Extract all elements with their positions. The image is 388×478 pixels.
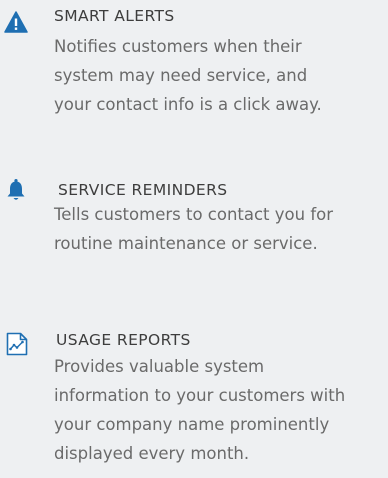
description-line: system may need service, and — [54, 66, 308, 85]
description-line: routine maintenance or service. — [54, 234, 318, 253]
description-line: your contact info is a click away. — [54, 95, 322, 114]
description-line: information to your customers with — [54, 386, 346, 405]
bell-icon — [7, 179, 25, 200]
description-line: your company name prominently — [54, 415, 330, 434]
description-line: Notifies customers when their — [54, 37, 302, 56]
feature-title: SERVICE REMINDERS — [58, 181, 228, 199]
report-chart-icon — [6, 332, 28, 356]
description-line: displayed every month. — [54, 444, 250, 463]
feature-title: SMART ALERTS — [54, 7, 175, 25]
feature-title: USAGE REPORTS — [56, 331, 191, 349]
feature-description: Tells customers to contact you for routi… — [54, 200, 333, 258]
description-line: Provides valuable system — [54, 357, 265, 376]
feature-description: Provides valuable system information to … — [54, 352, 345, 468]
warning-triangle-icon — [4, 11, 28, 33]
description-line: Tells customers to contact you for — [54, 205, 334, 224]
feature-description: Notifies customers when their system may… — [54, 32, 322, 119]
